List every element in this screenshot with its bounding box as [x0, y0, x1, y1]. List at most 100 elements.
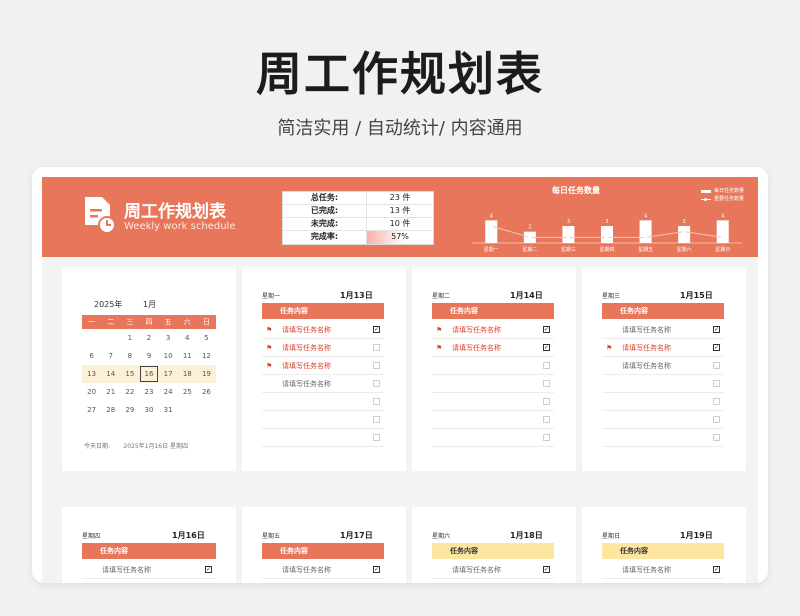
- calendar-day[interactable]: 13: [82, 365, 101, 383]
- task-checkbox[interactable]: [713, 416, 720, 423]
- task-row[interactable]: ⚑ 请填写任务名称 ✓: [602, 339, 724, 357]
- calendar-day[interactable]: 11: [178, 347, 197, 365]
- calendar-day[interactable]: 15: [120, 365, 139, 383]
- calendar-day[interactable]: 21: [101, 383, 120, 401]
- calendar-day[interactable]: 6: [82, 347, 101, 365]
- task-checkbox[interactable]: ✓: [543, 566, 550, 573]
- calendar-day[interactable]: 22: [120, 383, 139, 401]
- task-name[interactable]: 请填写任务名称: [452, 339, 501, 357]
- task-row-empty[interactable]: [432, 429, 554, 447]
- task-row-empty[interactable]: [432, 357, 554, 375]
- calendar-day[interactable]: 14: [101, 365, 120, 383]
- calendar-day[interactable]: 1: [120, 329, 139, 347]
- calendar-day[interactable]: 7: [101, 347, 120, 365]
- calendar-day[interactable]: [178, 401, 197, 419]
- calendar-day[interactable]: 2: [139, 329, 158, 347]
- task-checkbox[interactable]: [713, 380, 720, 387]
- task-row[interactable]: 请填写任务名称 ✓: [602, 561, 724, 579]
- calendar-day[interactable]: 31: [159, 401, 178, 419]
- task-row-empty[interactable]: [602, 393, 724, 411]
- task-checkbox[interactable]: [373, 362, 380, 369]
- task-row[interactable]: ⚑ 请填写任务名称: [432, 579, 554, 583]
- task-name[interactable]: 请填写任务名称: [452, 321, 501, 339]
- task-row-empty[interactable]: [602, 375, 724, 393]
- task-name[interactable]: 请填写任务名称: [622, 579, 671, 583]
- calendar-day[interactable]: 18: [178, 365, 197, 383]
- task-name[interactable]: 请填写任务名称: [282, 357, 331, 375]
- task-row[interactable]: 请填写任务名称 ✓: [82, 561, 216, 579]
- task-checkbox[interactable]: [373, 380, 380, 387]
- task-checkbox[interactable]: [373, 344, 380, 351]
- task-row[interactable]: ⚑ 请填写任务名称: [262, 579, 384, 583]
- task-checkbox[interactable]: [713, 362, 720, 369]
- calendar-day[interactable]: 16: [139, 365, 158, 383]
- calendar-day[interactable]: 28: [101, 401, 120, 419]
- calendar-day[interactable]: 17: [159, 365, 178, 383]
- calendar-day[interactable]: 3: [159, 329, 178, 347]
- task-row-empty[interactable]: [602, 411, 724, 429]
- task-row[interactable]: 请填写任务名称 ✓: [262, 561, 384, 579]
- task-checkbox[interactable]: ✓: [373, 566, 380, 573]
- calendar-day[interactable]: 29: [120, 401, 139, 419]
- calendar-day[interactable]: 24: [159, 383, 178, 401]
- task-checkbox[interactable]: ✓: [713, 344, 720, 351]
- task-checkbox[interactable]: [543, 416, 550, 423]
- task-name[interactable]: 请填写任务名称: [452, 561, 501, 579]
- task-name[interactable]: 请填写任务名称: [622, 321, 671, 339]
- task-checkbox[interactable]: ✓: [713, 326, 720, 333]
- task-checkbox[interactable]: ✓: [543, 344, 550, 351]
- task-row-empty[interactable]: [602, 429, 724, 447]
- task-checkbox[interactable]: [373, 416, 380, 423]
- task-checkbox[interactable]: [373, 434, 380, 441]
- calendar-day[interactable]: 20: [82, 383, 101, 401]
- calendar-day[interactable]: [82, 329, 101, 347]
- calendar-day[interactable]: 30: [139, 401, 158, 419]
- task-row[interactable]: 请填写任务名称 ✓: [432, 561, 554, 579]
- task-row[interactable]: 请填写任务名称 ✓: [602, 321, 724, 339]
- task-name[interactable]: 请填写任务名称: [622, 339, 671, 357]
- task-checkbox[interactable]: [543, 434, 550, 441]
- task-row[interactable]: ⚑ 请填写任务名称 ✓: [432, 321, 554, 339]
- task-checkbox[interactable]: [713, 398, 720, 405]
- calendar-day[interactable]: 8: [120, 347, 139, 365]
- task-checkbox[interactable]: [373, 398, 380, 405]
- calendar-day[interactable]: 12: [197, 347, 216, 365]
- task-name[interactable]: 请填写任务名称: [622, 561, 671, 579]
- task-name[interactable]: 请填写任务名称: [622, 357, 671, 375]
- calendar-day[interactable]: 27: [82, 401, 101, 419]
- task-row-empty[interactable]: [432, 393, 554, 411]
- task-checkbox[interactable]: ✓: [713, 566, 720, 573]
- task-name[interactable]: 请填写任务名称: [282, 339, 331, 357]
- task-name[interactable]: 请填写任务名称: [452, 579, 501, 583]
- calendar-day[interactable]: [197, 401, 216, 419]
- calendar-day[interactable]: 10: [159, 347, 178, 365]
- task-row-empty[interactable]: [262, 429, 384, 447]
- task-checkbox[interactable]: ✓: [543, 326, 550, 333]
- calendar-day[interactable]: [101, 329, 120, 347]
- task-row-empty[interactable]: [432, 411, 554, 429]
- task-row-empty[interactable]: [262, 393, 384, 411]
- task-name[interactable]: 请填写任务名称: [282, 579, 331, 583]
- task-name[interactable]: 请填写任务名称: [282, 561, 331, 579]
- task-row[interactable]: ⚑ 请填写任务名称: [82, 579, 216, 583]
- task-row-empty[interactable]: [432, 375, 554, 393]
- task-checkbox[interactable]: [543, 380, 550, 387]
- task-checkbox[interactable]: ✓: [373, 326, 380, 333]
- task-row[interactable]: ⚑ 请填写任务名称: [602, 579, 724, 583]
- task-checkbox[interactable]: [543, 398, 550, 405]
- task-row-empty[interactable]: [262, 411, 384, 429]
- calendar-day[interactable]: 23: [139, 383, 158, 401]
- task-checkbox[interactable]: [713, 434, 720, 441]
- task-row[interactable]: ⚑ 请填写任务名称: [262, 357, 384, 375]
- task-row[interactable]: 请填写任务名称: [262, 375, 384, 393]
- task-name[interactable]: 请填写任务名称: [102, 579, 151, 583]
- task-row[interactable]: 请填写任务名称: [602, 357, 724, 375]
- calendar-day[interactable]: 25: [178, 383, 197, 401]
- calendar-day[interactable]: 19: [197, 365, 216, 383]
- task-row[interactable]: ⚑ 请填写任务名称 ✓: [262, 321, 384, 339]
- task-row[interactable]: ⚑ 请填写任务名称 ✓: [432, 339, 554, 357]
- task-checkbox[interactable]: ✓: [205, 566, 212, 573]
- calendar-day[interactable]: 26: [197, 383, 216, 401]
- task-row[interactable]: ⚑ 请填写任务名称: [262, 339, 384, 357]
- task-name[interactable]: 请填写任务名称: [102, 561, 151, 579]
